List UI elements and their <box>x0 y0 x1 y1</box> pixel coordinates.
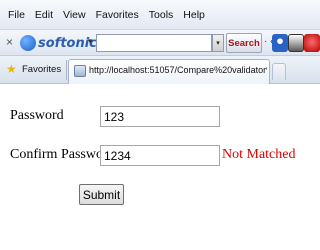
web-icon[interactable] <box>272 34 288 52</box>
confirm-password-label: Confirm Password <box>10 147 115 162</box>
menu-help[interactable]: Help <box>183 9 205 21</box>
star-icon[interactable]: ★ <box>6 62 17 76</box>
menu-favorites[interactable]: Favorites <box>96 9 139 21</box>
softonic-toolbar: × softonic ▾ ▾ Search · ‹‹ <box>0 30 320 56</box>
search-dropdown-icon[interactable]: ▾ <box>212 34 224 52</box>
menu-view[interactable]: View <box>63 9 86 21</box>
menu-edit[interactable]: Edit <box>35 9 53 21</box>
search-button[interactable]: Search <box>226 33 262 53</box>
submit-button[interactable]: Submit <box>79 184 124 205</box>
menu-file[interactable]: File <box>8 9 25 21</box>
tab-title: http://localhost:51057/Compare%20validat… <box>89 65 267 75</box>
menu-bar: File Edit View Favorites Tools Help <box>0 0 320 30</box>
red-toolbar-icon[interactable] <box>304 34 320 52</box>
favorites-bar: ★ Favorites http://localhost:51057/Compa… <box>0 56 320 84</box>
chevron-down-icon[interactable]: ▾ <box>88 36 93 47</box>
password-field[interactable] <box>100 106 220 127</box>
app-icon[interactable] <box>288 34 304 52</box>
page-content: Password Confirm Password Not Matched Su… <box>0 84 320 250</box>
new-tab-button[interactable] <box>272 63 286 80</box>
softonic-badge-icon <box>20 35 36 51</box>
favorites-button[interactable]: Favorites <box>22 64 61 75</box>
page-favicon-icon <box>74 65 86 77</box>
browser-tab-active[interactable]: http://localhost:51057/Compare%20validat… <box>68 59 270 84</box>
divider <box>66 60 67 80</box>
softonic-logo[interactable]: softonic <box>20 34 97 52</box>
password-label: Password <box>10 108 64 123</box>
toolbar-search-input[interactable] <box>96 34 212 52</box>
confirm-password-field[interactable] <box>100 145 220 166</box>
close-toolbar-icon[interactable]: × <box>6 35 13 49</box>
menu-tools[interactable]: Tools <box>149 9 174 21</box>
validation-error-message: Not Matched <box>222 147 296 162</box>
